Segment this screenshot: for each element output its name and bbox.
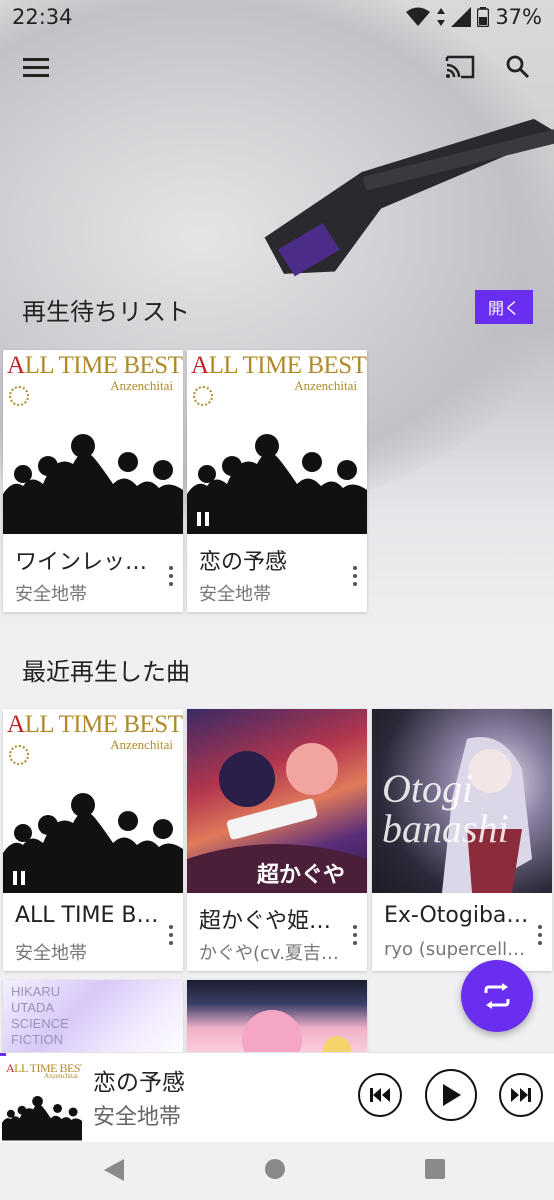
album-art: 超かぐや姫! [187,709,367,893]
more-options-icon[interactable] [165,923,177,947]
album-art: Otogi banashi [372,709,552,893]
album-art-title: ALL TIME BEST [191,352,367,379]
cast-icon[interactable] [444,51,476,83]
pause-indicator-icon [13,871,27,885]
album-art-subtitle: Anzenchitai [294,378,357,393]
album-art [187,980,367,1060]
band-silhouette [3,434,183,534]
album-art: ALL TIME BEST Anzenchitai [3,350,183,534]
album-art: ALL TIME BEST Anzenchitai [187,350,367,534]
album-art-subtitle: Anzenchitai [110,378,173,393]
skip-previous-icon [370,1088,390,1102]
recent-card[interactable]: ALL TIME BEST Anzenchitai ALL TIME B… 安全… [3,709,183,971]
album-art: ALL TIME BEST Anzenchitai [3,709,183,893]
more-options-icon[interactable] [349,923,361,947]
more-options-icon[interactable] [534,923,546,947]
skip-next-icon [511,1088,531,1102]
status-bar: 22:34 37% [0,0,554,34]
more-options-icon[interactable] [349,564,361,588]
recent-section-title: 最近再生した曲 [22,658,190,686]
album-art-subtitle: Anzenchitai [110,737,173,752]
album-art-title: ALL TIME BEST [7,352,183,379]
playback-progress[interactable] [0,1053,6,1056]
anime-character-illustration [242,1010,351,1060]
repeat-icon [484,983,510,1009]
band-silhouette [3,793,183,893]
hamburger-menu-icon[interactable] [20,51,52,83]
recents-icon[interactable] [425,1159,445,1179]
track-title: ワインレッ… [15,550,148,575]
play-button[interactable] [425,1069,477,1121]
back-icon[interactable] [104,1159,124,1181]
recent-card[interactable]: 超かぐや姫! 超かぐや姫… かぐや(cv.夏吉… [187,709,367,971]
previous-button[interactable] [358,1073,402,1117]
track-title: 恋の予感 [199,550,288,575]
open-queue-button[interactable]: 開く [475,290,533,324]
album-art-logo: 超かぐや姫! [257,862,346,887]
queue-card[interactable]: ALL TIME BEST Anzenchitai 恋の予感 安全地帯 [187,350,367,612]
queue-card[interactable]: ALL TIME BEST Anzenchitai ワインレッ… 安全地帯 [3,350,183,612]
track-artist: 安全地帯 [15,943,87,964]
queue-section-title: 再生待ちリスト [22,298,190,326]
recent-card-partial[interactable]: HIKARU UTADA SCIENCE FICTION [3,980,183,1060]
status-time: 22:34 [12,5,73,29]
wifi-icon [406,7,431,26]
album-seal-icon [9,386,29,406]
more-options-icon[interactable] [165,564,177,588]
data-arrows-icon [437,8,446,26]
track-artist: 安全地帯 [15,584,87,605]
album-seal-icon [9,745,29,765]
now-playing-artist: 安全地帯 [93,1105,182,1130]
album-art-title: ALL TIME BEST [7,711,183,738]
track-artist: ryo (supercell),… [384,939,529,960]
track-title: ALL TIME B… [15,903,159,928]
recent-card-partial[interactable] [187,980,367,1060]
album-art: HIKARU UTADA SCIENCE FICTION [3,980,183,1060]
pause-indicator-icon [197,512,211,526]
album-seal-icon [193,386,213,406]
home-icon[interactable] [264,1158,286,1180]
now-playing-album-art: ALL TIME BEST Anzenchitai [2,1059,82,1141]
album-art-subtitle: Anzenchitai [44,1072,78,1080]
battery-percent: 37% [495,5,542,29]
recent-card[interactable]: Otogi banashi Ex-Otogiba… ryo (supercell… [372,709,552,971]
top-app-bar [0,44,554,90]
band-silhouette [187,434,367,534]
track-artist: 安全地帯 [199,584,271,605]
track-title: Ex-Otogiba… [384,903,529,928]
search-icon[interactable] [502,51,534,83]
next-button[interactable] [499,1073,543,1117]
now-playing-title: 恋の予感 [93,1070,185,1096]
album-art-logo: Otogi banashi [382,766,509,851]
now-playing-bar[interactable]: ALL TIME BEST Anzenchitai 恋の予感 安全地帯 [0,1052,554,1142]
album-art-logo: HIKARU UTADA SCIENCE FICTION [11,984,69,1047]
track-title: 超かぐや姫… [199,909,332,934]
repeat-button[interactable] [461,960,533,1032]
play-icon [443,1084,461,1106]
band-silhouette [2,1096,82,1141]
signal-icon [451,7,472,27]
system-navigation-bar [0,1142,554,1200]
battery-icon [477,7,490,27]
track-artist: かぐや(cv.夏吉… [199,943,339,964]
